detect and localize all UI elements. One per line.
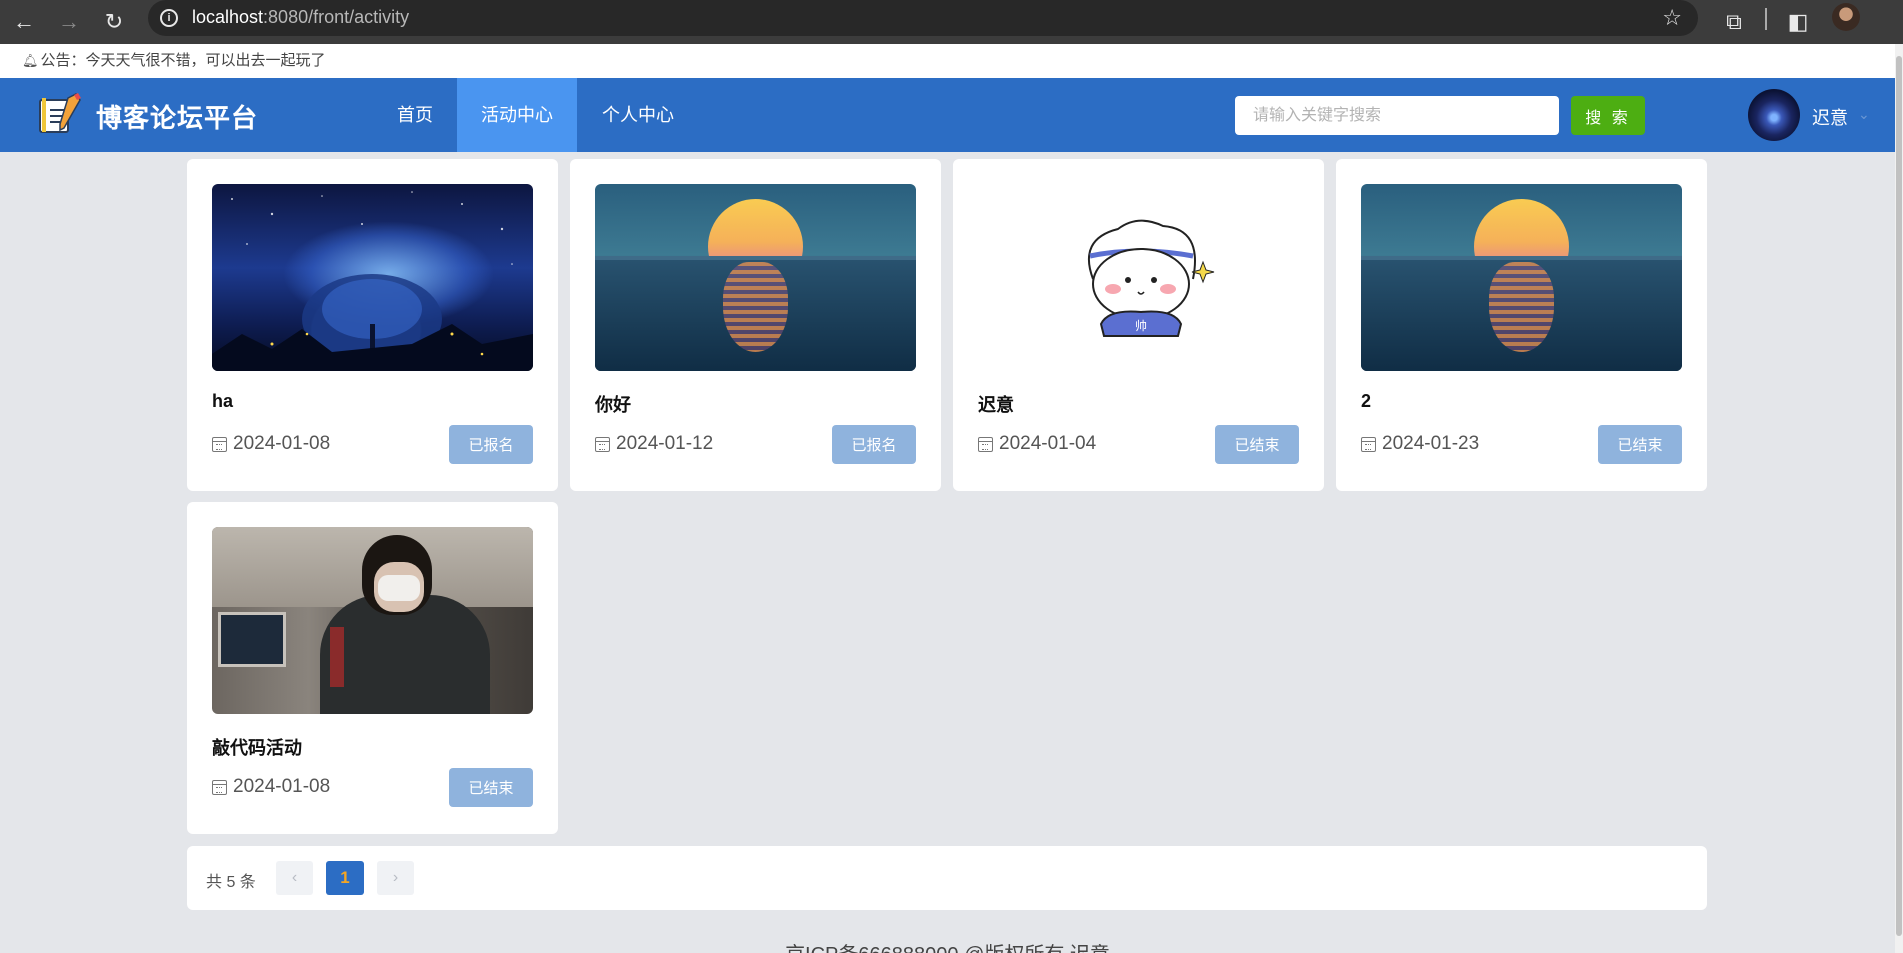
- reload-icon[interactable]: ↻: [96, 4, 132, 40]
- user-avatar[interactable]: [1748, 89, 1800, 141]
- prev-page-button[interactable]: ‹: [276, 861, 313, 895]
- calendar-icon: [212, 779, 227, 795]
- calendar-icon: [1361, 436, 1376, 452]
- nav-home[interactable]: 首页: [373, 78, 457, 152]
- activity-title[interactable]: ha: [212, 391, 233, 412]
- activity-card[interactable]: 2 2024-01-23 已结束: [1336, 159, 1707, 491]
- toolbar-divider: [1765, 8, 1767, 30]
- activity-status-button[interactable]: 已报名: [832, 425, 916, 464]
- activity-image[interactable]: [212, 527, 533, 714]
- activity-image[interactable]: [212, 184, 533, 371]
- activity-card[interactable]: 你好 2024-01-12 已报名: [570, 159, 941, 491]
- footer-copyright: 京ICP备666888000 @版权所有 迟意: [0, 938, 1895, 953]
- activity-card[interactable]: ha 2024-01-08 已报名: [187, 159, 558, 491]
- activity-image[interactable]: [595, 184, 916, 371]
- activity-date: 2024-01-12: [595, 433, 713, 455]
- activity-image[interactable]: 帅: [978, 184, 1299, 371]
- activity-title[interactable]: 你好: [595, 391, 631, 417]
- search-input[interactable]: [1235, 96, 1559, 135]
- search-button[interactable]: 搜 索: [1571, 96, 1645, 135]
- site-title[interactable]: 博客论坛平台: [96, 98, 258, 135]
- activity-title[interactable]: 迟意: [978, 391, 1014, 417]
- svg-text:帅: 帅: [1135, 319, 1147, 333]
- site-header: 博客论坛平台 首页 活动中心 个人中心 搜 索 迟意 ⌄: [0, 78, 1895, 152]
- site-info-icon[interactable]: i: [160, 9, 178, 27]
- activity-status-button[interactable]: 已结束: [449, 768, 533, 807]
- nav-activity-center[interactable]: 活动中心: [457, 78, 577, 152]
- back-icon[interactable]: ←: [6, 4, 42, 40]
- calendar-icon: [212, 436, 227, 452]
- next-page-button[interactable]: ›: [377, 861, 414, 895]
- bookmark-star-icon[interactable]: ☆: [1662, 5, 1682, 31]
- activity-card[interactable]: 敲代码活动 2024-01-08 已结束: [187, 502, 558, 834]
- announcement-text: 公告：今天天气很不错，可以出去一起玩了: [40, 52, 326, 69]
- side-panel-icon[interactable]: ◧: [1780, 4, 1816, 40]
- activity-card[interactable]: 帅 迟意 2024-01-04 已结束: [953, 159, 1324, 491]
- extensions-icon[interactable]: ⧉: [1716, 4, 1752, 40]
- pagination: 共 5 条 ‹ 1 ›: [187, 846, 1707, 910]
- notebook-pencil-logo-icon: [39, 93, 81, 133]
- announcement-bar: 🔔︎ 公告：今天天气很不错，可以出去一起玩了: [0, 44, 1895, 78]
- activity-title[interactable]: 2: [1361, 391, 1371, 412]
- activity-status-button[interactable]: 已报名: [449, 425, 533, 464]
- page-number-current[interactable]: 1: [326, 861, 364, 895]
- browser-profile-avatar[interactable]: [1832, 3, 1860, 31]
- activity-date: 2024-01-23: [1361, 433, 1479, 455]
- calendar-icon: [595, 436, 610, 452]
- activity-status-button[interactable]: 已结束: [1215, 425, 1299, 464]
- pagination-total: 共 5 条: [206, 874, 256, 891]
- activity-image[interactable]: [1361, 184, 1682, 371]
- url-text[interactable]: localhost:8080/front/activity: [192, 7, 409, 28]
- user-name[interactable]: 迟意: [1812, 104, 1848, 130]
- forward-icon[interactable]: →: [51, 4, 87, 40]
- scrollbar-thumb[interactable]: [1896, 56, 1902, 936]
- activity-date: 2024-01-04: [978, 433, 1096, 455]
- activity-date: 2024-01-08: [212, 776, 330, 798]
- calendar-icon: [978, 436, 993, 452]
- activity-status-button[interactable]: 已结束: [1598, 425, 1682, 464]
- page-scrollbar[interactable]: [1895, 44, 1903, 953]
- activity-title[interactable]: 敲代码活动: [212, 734, 302, 760]
- address-bar[interactable]: i localhost:8080/front/activity ☆: [148, 0, 1698, 36]
- chevron-down-icon[interactable]: ⌄: [1858, 106, 1870, 123]
- bell-icon: 🔔︎: [22, 53, 39, 68]
- nav-personal-center[interactable]: 个人中心: [578, 78, 698, 152]
- browser-toolbar: ← → ↻ i localhost:8080/front/activity ☆ …: [0, 0, 1903, 44]
- activity-date: 2024-01-08: [212, 433, 330, 455]
